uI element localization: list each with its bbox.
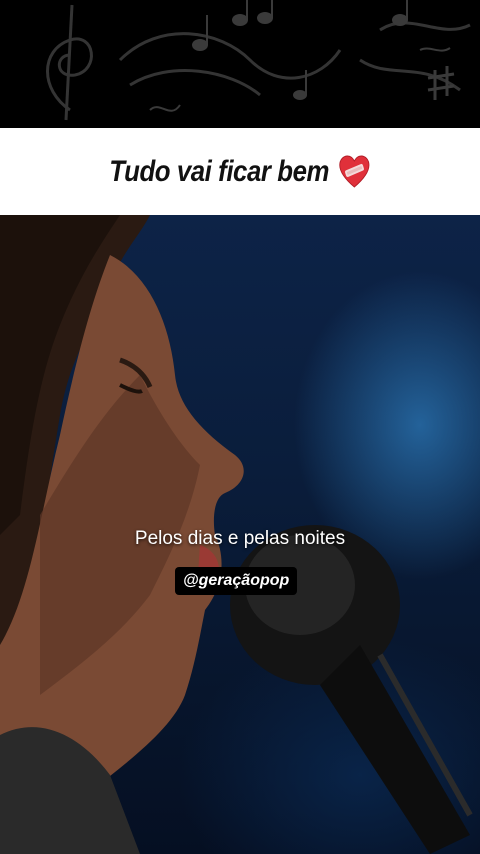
- watermark-handle: @geraçãopop: [175, 567, 298, 595]
- title-label: Tudo vai ficar bem: [109, 154, 330, 188]
- music-notes-banner: [0, 0, 480, 128]
- music-notes-decoration: [46, 0, 471, 121]
- mending-heart-icon: [339, 154, 370, 188]
- video-subtitle: Pelos dias e pelas noites: [134, 528, 346, 549]
- title-bar: Tudo vai ficar bem: [0, 128, 480, 215]
- video-frame[interactable]: Pelos dias e pelas noites @geraçãopop: [0, 215, 480, 854]
- page-title: Tudo vai ficar bem: [109, 155, 370, 189]
